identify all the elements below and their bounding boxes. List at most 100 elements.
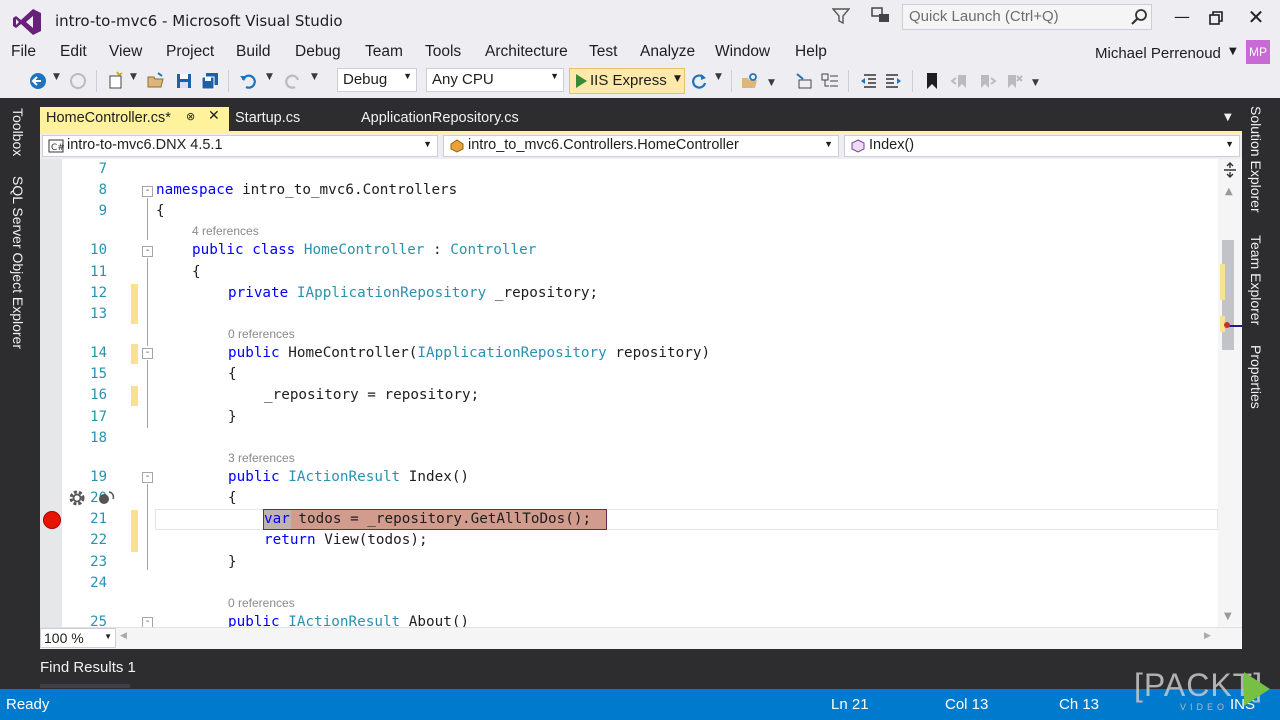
tab-applicationrepository[interactable]: ApplicationRepository.cs <box>355 107 580 132</box>
user-name[interactable]: Michael Perrenoud <box>1095 45 1221 62</box>
menu-tools[interactable]: Tools <box>425 43 461 61</box>
codelens-references[interactable]: 3 references <box>228 451 295 465</box>
tab-label: Startup.cs <box>235 110 301 126</box>
run-target-caret-icon[interactable]: ▼ <box>674 74 681 84</box>
code-text: intro_to_mvc6.Controllers <box>233 182 458 198</box>
indicator-margin[interactable] <box>40 159 62 627</box>
new-project-icon[interactable] <box>106 71 126 91</box>
quick-launch-input[interactable]: Quick Launch (Ctrl+Q) <box>902 4 1152 30</box>
scrollbar-breakpoint-mark <box>1224 322 1230 328</box>
project-dropdown[interactable]: C# intro-to-mvc6.DNX 4.5.1 ▼ <box>42 135 438 157</box>
refresh-browser-icon[interactable] <box>689 71 709 91</box>
redo-caret-icon[interactable]: ▼ <box>311 72 318 82</box>
menu-project[interactable]: Project <box>166 43 214 61</box>
codelens-references[interactable]: 0 references <box>228 596 295 610</box>
scrollbar-change-mark <box>1220 264 1225 300</box>
csharp-project-icon: C# <box>48 139 64 153</box>
menu-edit[interactable]: Edit <box>60 43 87 61</box>
navigate-back-icon[interactable] <box>28 71 48 91</box>
menu-view[interactable]: View <box>109 43 142 61</box>
menu-architecture[interactable]: Architecture <box>485 43 568 61</box>
restore-button[interactable] <box>1206 8 1226 28</box>
outline-line <box>147 258 148 346</box>
new-project-caret-icon[interactable]: ▼ <box>130 72 137 82</box>
menu-test[interactable]: Test <box>589 43 617 61</box>
scroll-up-icon[interactable]: ▲ <box>1225 186 1233 197</box>
redo-icon[interactable] <box>283 71 303 91</box>
collapse-region-icon[interactable]: - <box>142 348 153 359</box>
scroll-left-icon[interactable]: ◀ <box>120 631 127 641</box>
team-explorer-tab[interactable]: Team Explorer <box>1248 235 1264 325</box>
user-menu-caret-icon[interactable]: ▼ <box>1229 46 1237 57</box>
scroll-down-icon[interactable]: ▼ <box>1224 611 1232 622</box>
toolbar-overflow-icon[interactable]: ▼ <box>768 78 775 88</box>
solution-explorer-tab[interactable]: Solution Explorer <box>1248 106 1264 213</box>
bookmark-icon[interactable] <box>922 71 942 91</box>
member-dropdown[interactable]: Index() ▼ <box>844 135 1240 157</box>
split-window-icon[interactable] <box>1222 162 1238 178</box>
keyword: private <box>228 285 289 301</box>
toolbox-tab[interactable]: Toolbox <box>10 108 26 156</box>
menu-team[interactable]: Team <box>365 43 403 61</box>
type-name: HomeController <box>303 242 425 258</box>
breakpoint-settings-icon[interactable] <box>96 487 118 507</box>
code-line: { <box>228 366 237 382</box>
menu-analyze[interactable]: Analyze <box>640 43 695 61</box>
change-marker <box>131 344 138 364</box>
code-line: namespace intro_to_mvc6.Controllers <box>156 182 457 198</box>
properties-tab[interactable]: Properties <box>1248 345 1264 409</box>
type-dropdown[interactable]: intro_to_mvc6.Controllers.HomeController… <box>443 135 839 157</box>
toolbar-overflow-icon[interactable]: ▼ <box>1032 78 1039 88</box>
search-icon[interactable] <box>1130 8 1148 26</box>
tab-homecontroller[interactable]: HomeController.cs* <box>40 107 229 132</box>
close-tab-icon[interactable]: ✕ <box>208 108 220 124</box>
back-caret-icon[interactable]: ▼ <box>53 72 60 82</box>
notifications-filter-icon[interactable] <box>832 7 850 25</box>
scroll-right-icon[interactable]: ▶ <box>1204 631 1211 641</box>
menu-file[interactable]: File <box>11 43 36 61</box>
decrease-indent-icon[interactable] <box>858 71 878 91</box>
line-number: 18 <box>90 430 107 446</box>
menu-window[interactable]: Window <box>715 43 770 61</box>
close-button[interactable]: ✕ <box>1246 6 1266 28</box>
navigate-code-icon[interactable] <box>794 71 814 91</box>
undo-caret-icon[interactable]: ▼ <box>266 72 273 82</box>
collapse-region-icon[interactable]: - <box>142 472 153 483</box>
tab-list-dropdown-icon[interactable]: ▼ <box>1224 112 1232 123</box>
editor-horizontal-scrollbar[interactable] <box>40 627 1242 649</box>
sql-server-object-explorer-tab[interactable]: SQL Server Object Explorer <box>10 176 26 349</box>
class-view-icon[interactable] <box>820 71 840 91</box>
status-char: Ch 13 <box>1059 696 1100 713</box>
solution-platform-select[interactable]: Any CPU ▼ <box>426 68 564 92</box>
toolbar-separator <box>912 70 913 92</box>
save-all-icon[interactable] <box>200 71 220 91</box>
increase-indent-icon[interactable] <box>884 71 904 91</box>
minimize-button[interactable]: — <box>1172 8 1192 28</box>
menu-help[interactable]: Help <box>795 43 827 61</box>
avatar[interactable]: MP <box>1246 40 1270 64</box>
breakpoint-icon[interactable] <box>43 511 61 529</box>
collapse-region-icon[interactable]: - <box>142 246 153 257</box>
menu-build[interactable]: Build <box>236 43 270 61</box>
save-icon[interactable] <box>174 71 194 91</box>
navigate-forward-icon[interactable] <box>68 71 88 91</box>
feedback-icon[interactable] <box>871 7 891 25</box>
browser-link-caret-icon[interactable]: ▼ <box>715 72 722 82</box>
pin-tab-icon[interactable]: ⊗ <box>186 110 195 123</box>
codelens-references[interactable]: 4 references <box>192 224 259 238</box>
line-number: 7 <box>98 161 107 177</box>
code-line: return View(todos); <box>264 532 428 548</box>
open-file-icon[interactable] <box>146 71 166 91</box>
find-results-tab[interactable]: Find Results 1 <box>40 659 136 676</box>
solution-configuration-select[interactable]: Debug ▼ <box>337 68 417 92</box>
editor-vertical-scrollbar[interactable] <box>1218 159 1242 627</box>
zoom-level-select[interactable]: 100 % ▼ <box>40 628 116 648</box>
gear-icon[interactable] <box>66 487 88 509</box>
codelens-references[interactable]: 0 references <box>228 327 295 341</box>
start-debugging-button[interactable]: IIS Express ▼ <box>569 68 685 94</box>
collapse-region-icon[interactable]: - <box>142 186 153 197</box>
menu-debug[interactable]: Debug <box>295 43 341 61</box>
find-in-files-icon[interactable] <box>740 71 760 91</box>
undo-icon[interactable] <box>238 71 258 91</box>
tab-startup[interactable]: Startup.cs <box>229 107 349 132</box>
